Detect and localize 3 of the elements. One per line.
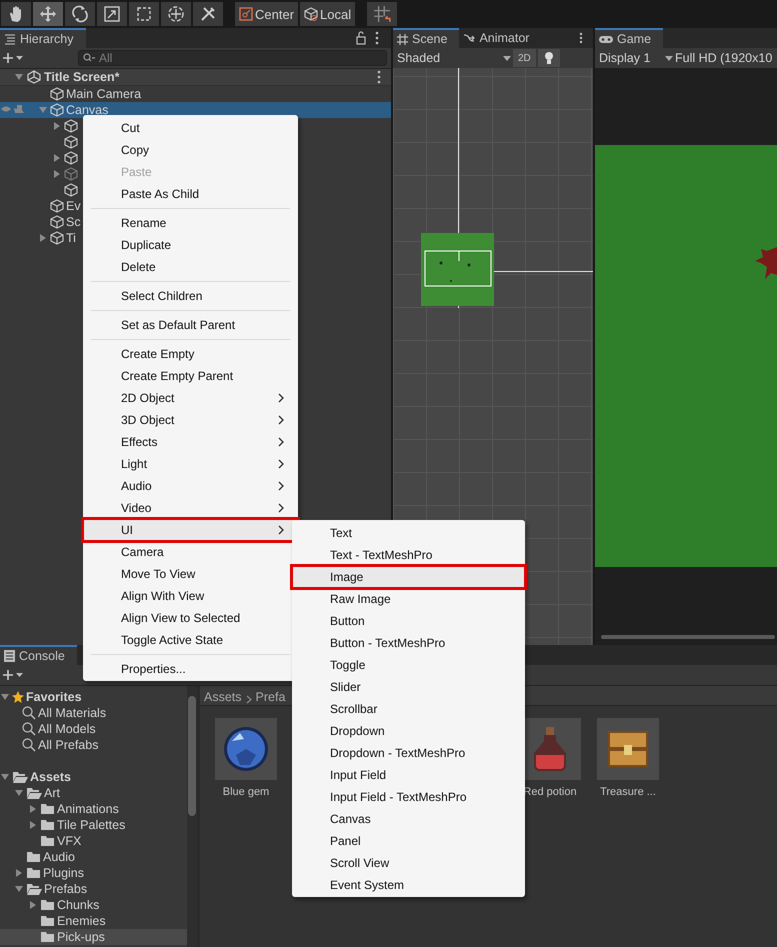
- asset-name: Treasure ...: [600, 786, 656, 798]
- asset-name: Blue gem: [222, 786, 270, 798]
- scene-name: Title Screen*: [44, 70, 120, 84]
